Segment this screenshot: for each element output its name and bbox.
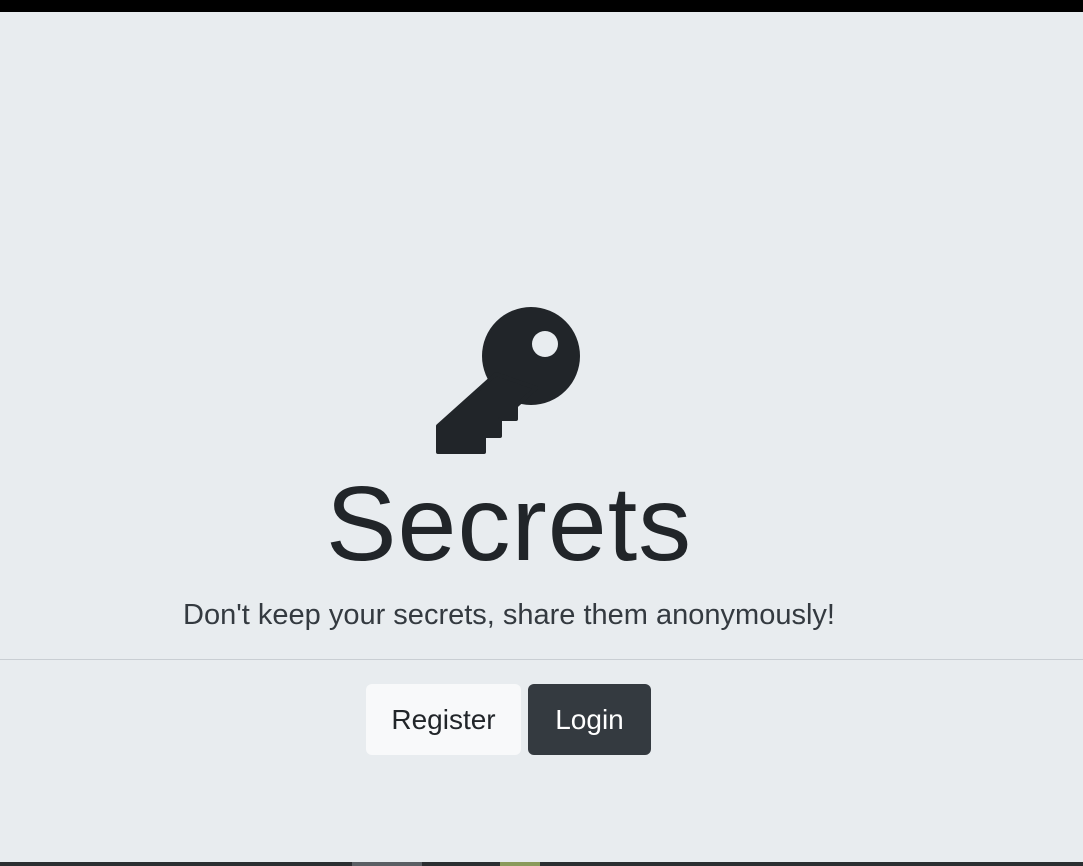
taskbar-strip — [0, 862, 1083, 866]
taskbar-item — [352, 862, 422, 866]
page-subtitle: Don't keep your secrets, share them anon… — [183, 599, 835, 631]
register-button[interactable]: Register — [366, 684, 521, 755]
taskbar-item — [500, 862, 540, 866]
page-title: Secrets — [325, 465, 693, 583]
divider — [0, 659, 1083, 660]
window-top-bar — [0, 0, 1083, 12]
key-icon — [436, 306, 582, 454]
login-button[interactable]: Login — [528, 684, 651, 755]
